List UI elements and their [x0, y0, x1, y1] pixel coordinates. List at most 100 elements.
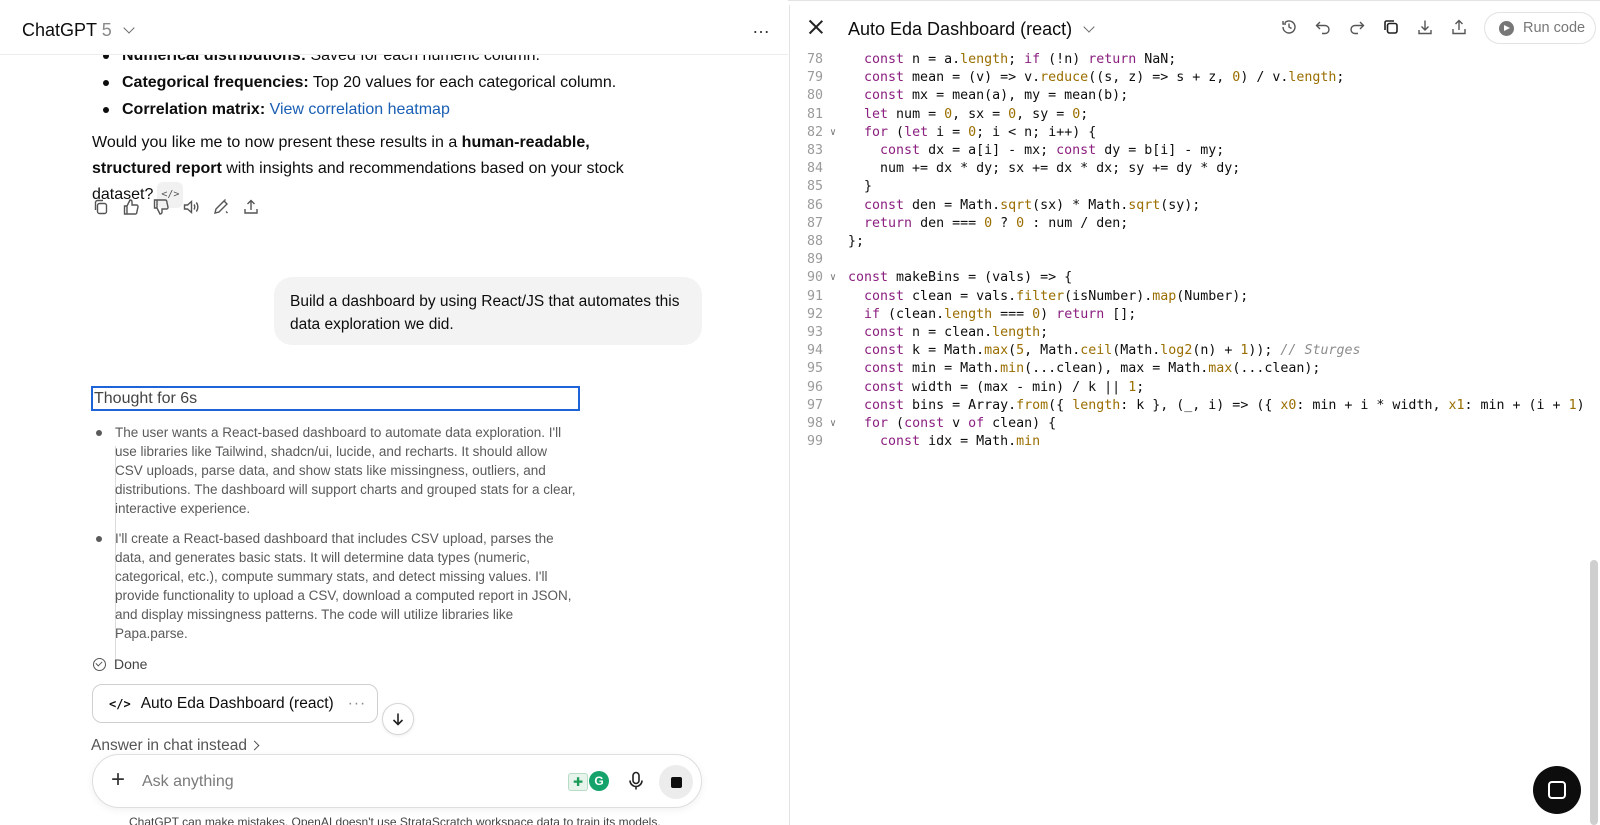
download-icon[interactable]	[1416, 18, 1434, 36]
bullet-dot	[96, 536, 102, 542]
microphone-icon[interactable]	[627, 771, 645, 791]
code-text: let num = 0, sx = 0, sy = 0;	[864, 106, 1089, 122]
undo-icon[interactable]	[1314, 18, 1332, 36]
code-text: return den === 0 ? 0 : num / den;	[864, 215, 1129, 231]
code-line: 97 const bins = Array.from({ length: k }…	[790, 397, 1585, 416]
code-text: const clean = vals.filter(isNumber).map(…	[864, 288, 1249, 304]
code-text: }	[848, 179, 873, 195]
code-line: 86 const den = Math.sqrt(sx) * Math.sqrt…	[790, 197, 1585, 216]
line-number: 83	[806, 143, 823, 158]
line-number: 95	[806, 361, 823, 377]
code-line: 82 ∨ for (let i = 0; i < n; i++) {	[790, 124, 1585, 143]
reasoning-item: The user wants a React-based dashboard t…	[96, 423, 576, 518]
code-text: const makeBins = (vals) => {	[848, 270, 1073, 286]
user-message-bubble: Build a dashboard by using React/JS that…	[274, 277, 702, 345]
scrollbar-thumb[interactable]	[1590, 560, 1598, 825]
code-line: 88};	[790, 233, 1585, 252]
code-line: 98 ∨ for (const v of clean) {	[790, 415, 1585, 434]
bullet-dot	[96, 430, 102, 436]
stop-generating-button[interactable]	[1533, 766, 1581, 814]
code-line: 80 const mx = mean(a), my = mean(b);	[790, 87, 1585, 106]
scroll-to-bottom-button[interactable]	[382, 703, 414, 735]
disclaimer: ChatGPT can make mistakes. OpenAI doesn'…	[129, 815, 661, 825]
stop-button[interactable]	[659, 765, 693, 799]
artifact-card-button[interactable]: </> Auto Eda Dashboard (react) ···	[92, 684, 378, 723]
answer-in-chat-link[interactable]: Answer in chat instead	[91, 737, 260, 755]
canvas-toolbar	[1280, 18, 1468, 36]
chat-pane: Numerical distributions: Saved for each …	[0, 0, 788, 825]
line-number: 94	[806, 343, 823, 359]
stop-icon	[1548, 781, 1566, 799]
code-line: 78 const n = a.length; if (!n) return Na…	[790, 51, 1585, 70]
model-selector[interactable]: ChatGPT 5	[22, 20, 135, 41]
canvas-header: Auto Eda Dashboard (react) Run code	[790, 5, 1600, 51]
line-number: 97	[806, 397, 823, 413]
code-editor[interactable]: 78 const n = a.length; if (!n) return Na…	[790, 49, 1585, 459]
code-line: 99 const idx = Math.min	[790, 433, 1585, 452]
line-number: 92	[806, 306, 823, 322]
code-line: 79 const mean = (v) => v.reduce((s, z) =…	[790, 69, 1585, 88]
close-icon[interactable]	[808, 19, 824, 35]
line-number: 81	[806, 106, 823, 122]
code-text: const width = (max - min) / k || 1;	[864, 379, 1145, 395]
copy-icon[interactable]	[92, 198, 110, 216]
model-version: 5	[101, 20, 112, 40]
code-text: const bins = Array.from({ length: k }, (…	[864, 397, 1585, 413]
thought-toggle[interactable]: Thought for 6s	[91, 386, 580, 411]
fold-chevron-icon[interactable]: ∨	[830, 415, 836, 434]
message-input[interactable]	[142, 770, 542, 794]
line-number: 91	[806, 288, 823, 304]
canvas-pane: Auto Eda Dashboard (react) Run code 78 c…	[789, 5, 1600, 825]
line-number: 84	[806, 161, 823, 177]
correlation-heatmap-link[interactable]: View correlation heatmap	[270, 101, 450, 118]
header-divider	[0, 54, 788, 55]
message-actions	[92, 198, 260, 218]
line-number: 78	[806, 52, 823, 67]
code-line: 93 const n = clean.length;	[790, 324, 1585, 343]
line-number: 90	[806, 270, 823, 286]
share-icon[interactable]	[242, 198, 260, 216]
more-options-icon[interactable]: …	[752, 17, 771, 38]
line-number: 87	[806, 215, 823, 231]
share-icon[interactable]	[1450, 18, 1468, 36]
line-number: 85	[806, 179, 823, 195]
play-icon	[1499, 20, 1514, 36]
history-icon[interactable]	[1280, 18, 1298, 36]
thumbs-up-icon[interactable]	[122, 198, 140, 216]
done-status: Done	[93, 656, 147, 672]
code-text: };	[848, 234, 865, 249]
copy-icon[interactable]	[1382, 18, 1400, 36]
code-text: const idx = Math.min	[880, 434, 1041, 450]
line-number: 96	[806, 379, 823, 395]
code-text: for (let i = 0; i < n; i++) {	[864, 124, 1097, 140]
canvas-title[interactable]: Auto Eda Dashboard (react)	[848, 19, 1095, 40]
fold-chevron-icon[interactable]: ∨	[830, 124, 836, 143]
arrow-down-icon	[392, 713, 404, 726]
line-number: 82	[806, 124, 823, 140]
extension-plus-icon[interactable]: ✚	[568, 773, 588, 791]
list-item: Categorical frequencies: Top 20 values f…	[92, 69, 732, 96]
assistant-message: Would you like me to now present these r…	[92, 130, 672, 208]
run-code-button[interactable]: Run code	[1484, 12, 1596, 44]
thumbs-down-icon[interactable]	[152, 198, 170, 216]
plus-icon[interactable]: +	[111, 768, 125, 792]
grammarly-icon[interactable]: G	[589, 771, 609, 791]
read-aloud-icon[interactable]	[182, 198, 200, 216]
code-line: 81 let num = 0, sx = 0, sy = 0;	[790, 106, 1585, 125]
redo-icon[interactable]	[1348, 18, 1366, 36]
code-text: const k = Math.max(5, Math.ceil(Math.log…	[864, 343, 1361, 359]
code-text: for (const v of clean) {	[864, 416, 1057, 431]
reasoning-item: I'll create a React-based dashboard that…	[96, 529, 576, 643]
edit-icon[interactable]	[212, 198, 230, 216]
code-text: const n = clean.length;	[864, 325, 1049, 340]
model-name: ChatGPT	[22, 20, 97, 40]
stop-icon	[670, 776, 682, 788]
code-text: num += dx * dy; sx += dx * dx; sy += dy …	[848, 161, 1241, 177]
fold-chevron-icon[interactable]: ∨	[830, 269, 836, 288]
line-number: 79	[806, 70, 823, 86]
code-line: 96 const width = (max - min) / k || 1;	[790, 379, 1585, 398]
code-line: 91 const clean = vals.filter(isNumber).m…	[790, 288, 1585, 307]
code-line: 87 return den === 0 ? 0 : num / den;	[790, 215, 1585, 234]
code-line: 89	[790, 251, 1585, 270]
more-icon[interactable]: ···	[348, 695, 367, 713]
